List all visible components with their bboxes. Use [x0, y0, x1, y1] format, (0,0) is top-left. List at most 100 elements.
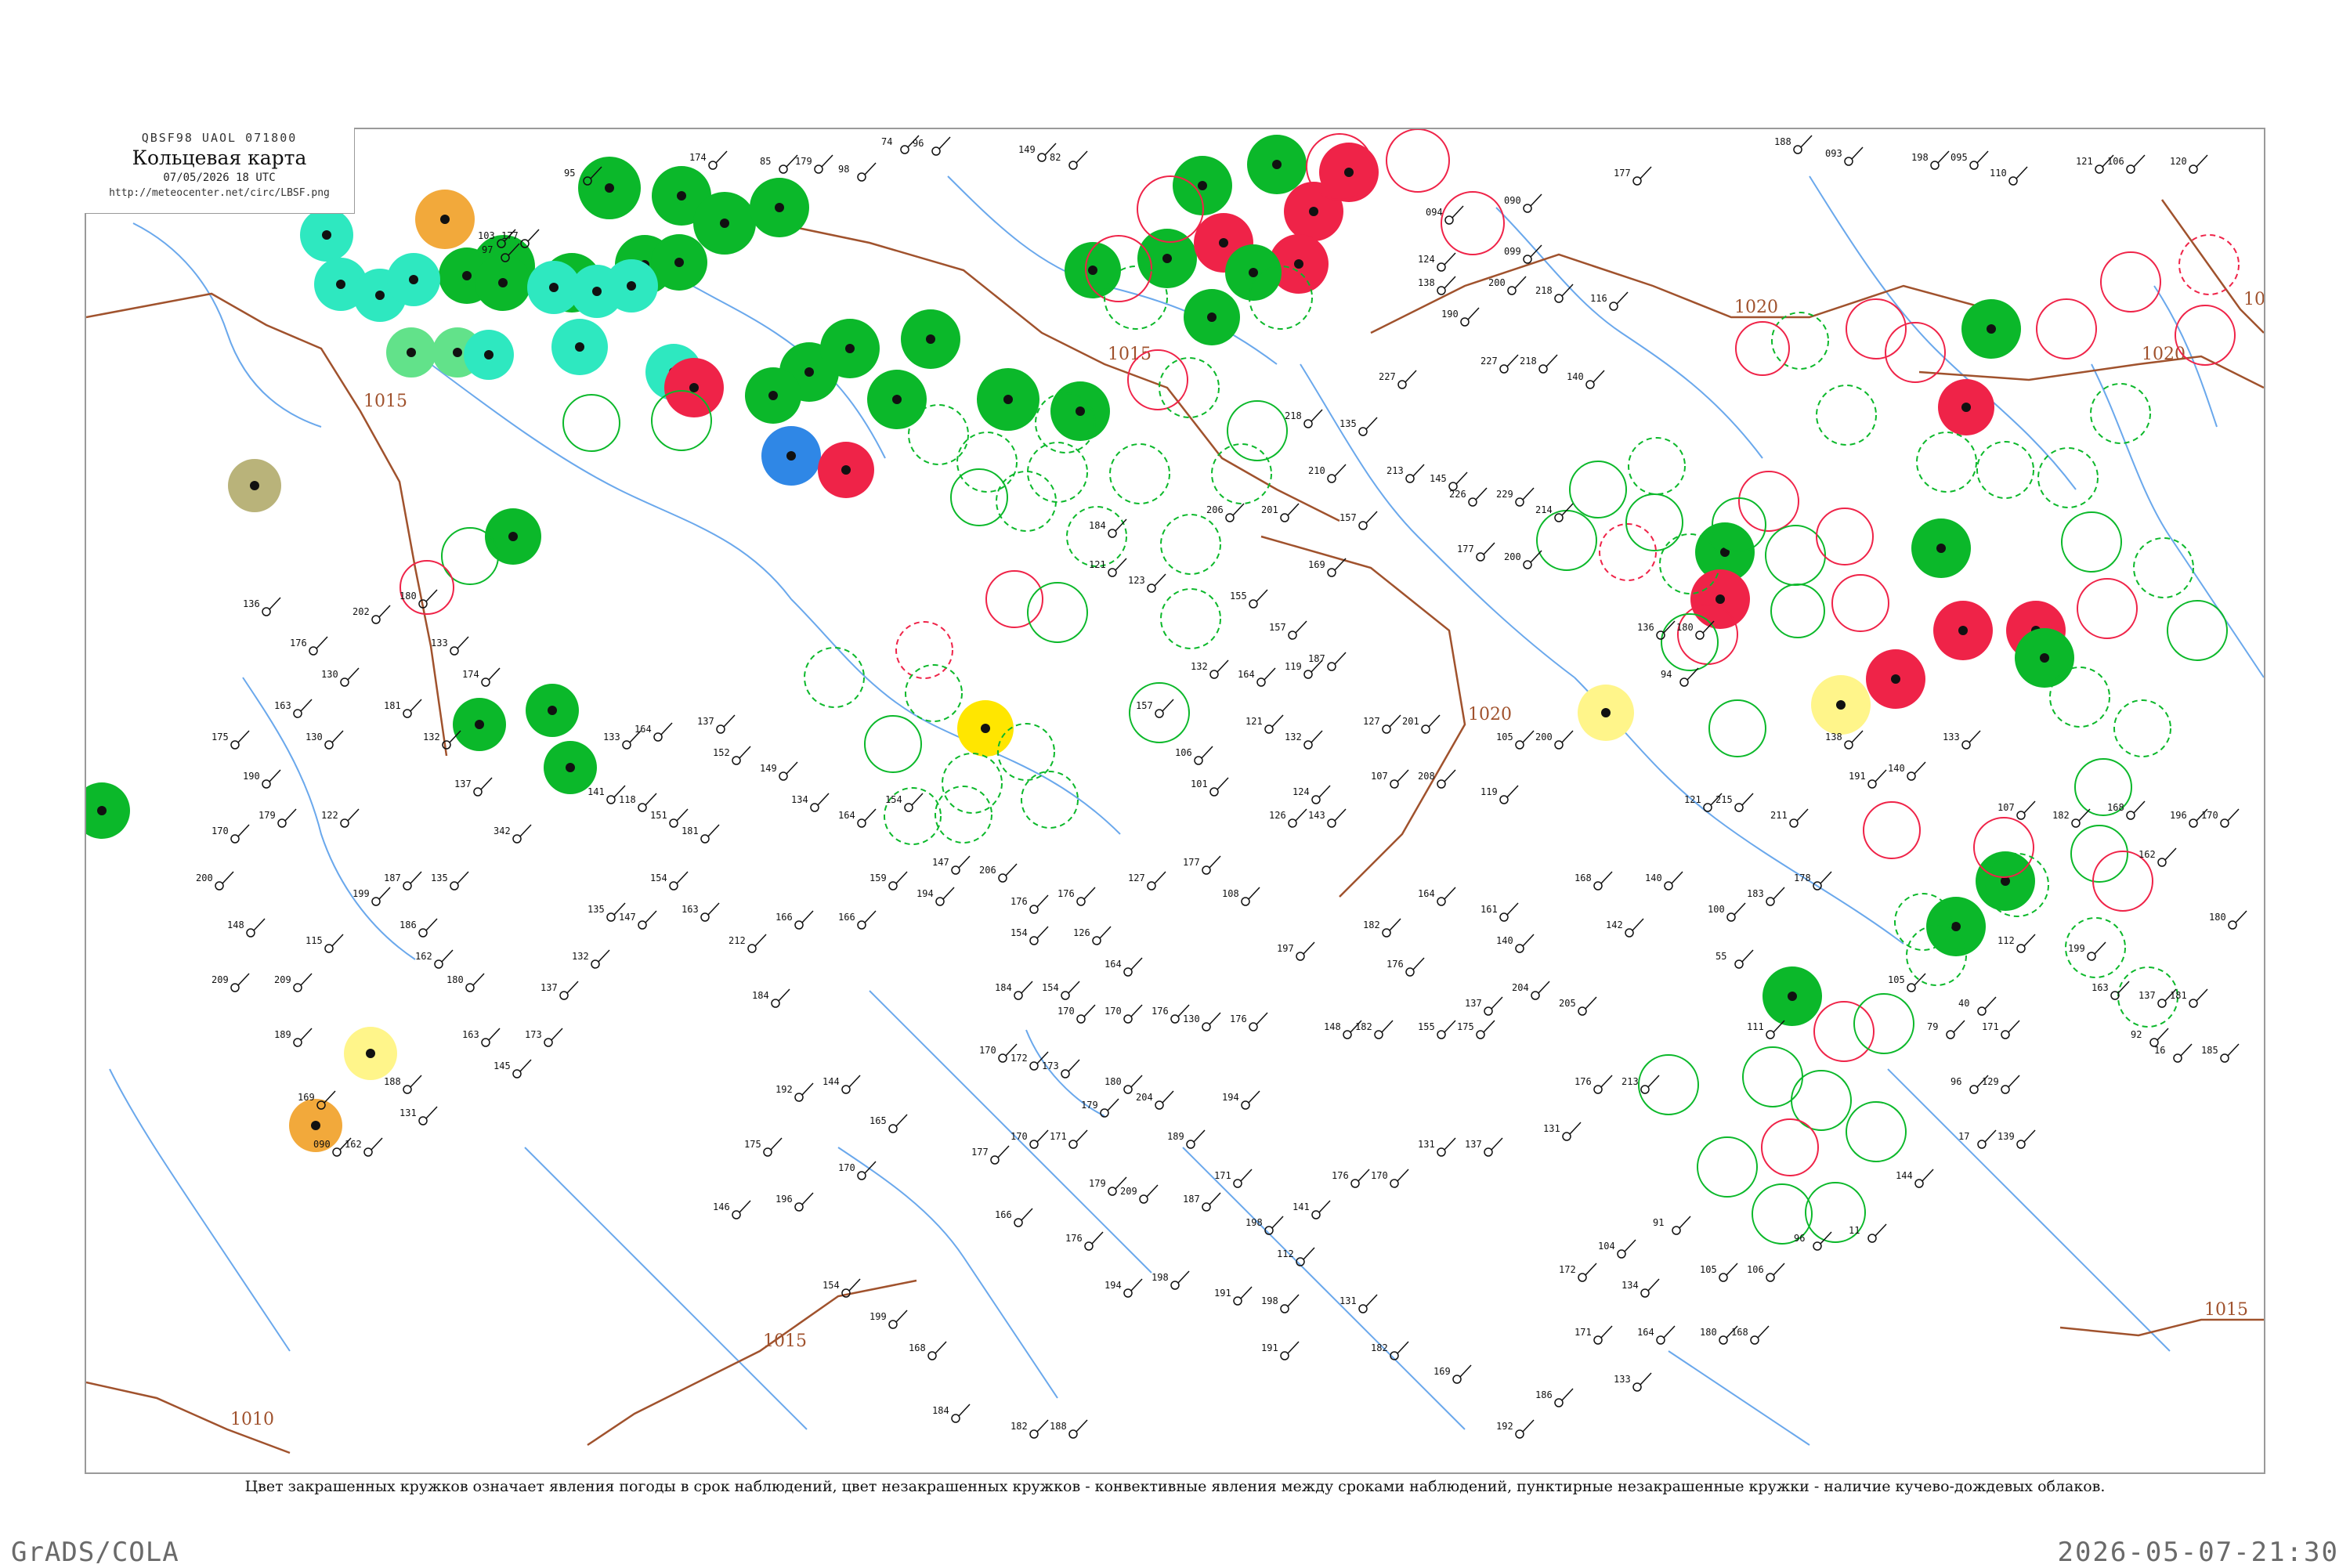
station-outline-circle[interactable] — [1027, 582, 1088, 643]
station-plot[interactable]: 135 — [1340, 417, 1378, 436]
station-outline-circle[interactable] — [1916, 432, 1977, 493]
station-plot[interactable]: 137 — [540, 981, 579, 1000]
station-plot[interactable]: 127 — [1128, 871, 1166, 891]
station-outline-circle[interactable] — [1770, 583, 1825, 638]
station-outline-circle[interactable] — [1831, 574, 1889, 632]
station-plot[interactable]: 111 — [1747, 1020, 1785, 1039]
station-plot[interactable]: 142 — [1606, 918, 1644, 938]
station-plot[interactable]: 106 — [1747, 1263, 1785, 1282]
station-plot[interactable]: 115 — [306, 934, 344, 953]
station-plot[interactable]: 132 — [572, 949, 610, 969]
map-frame[interactable]: 1015 1015 1015 1020 1020 1020 1010 1010 1015 103… — [85, 128, 2265, 1474]
station-plot[interactable]: 140 — [1645, 871, 1683, 891]
station-plot[interactable]: 145 — [1430, 471, 1468, 491]
station-plot[interactable]: 164 — [1238, 667, 1276, 687]
station-plot[interactable]: 55 — [1716, 949, 1754, 969]
station-plot[interactable]: 162 — [345, 1137, 383, 1157]
station-plot[interactable]: 164 — [838, 808, 877, 828]
station-outline-circle[interactable] — [1742, 1046, 1803, 1107]
station-plot[interactable]: 131 — [1418, 1137, 1456, 1157]
station-outline-circle[interactable] — [1816, 385, 1877, 446]
station-outline-circle[interactable] — [1227, 400, 1288, 461]
station-plot[interactable]: 099 — [1504, 244, 1542, 264]
station-outline-circle[interactable] — [996, 471, 1057, 532]
station-outline-circle[interactable] — [1735, 321, 1790, 376]
station-plot[interactable]: 210 — [1308, 464, 1347, 483]
station-plot[interactable]: 131 — [1543, 1122, 1582, 1141]
station-plot[interactable]: 100 — [1708, 902, 1746, 922]
station-plot[interactable]: 168 — [1574, 871, 1613, 891]
station-outline-circle[interactable] — [1628, 437, 1686, 495]
station-plot[interactable]: 095 — [1950, 150, 1989, 170]
station-outline-circle[interactable] — [804, 647, 865, 708]
station-plot[interactable]: 154 — [885, 793, 924, 812]
station-plot[interactable]: 183 — [1747, 887, 1785, 906]
station-plot[interactable]: 177 — [971, 1145, 1010, 1165]
station-plot[interactable]: 191 — [1214, 1286, 1253, 1306]
station-plot[interactable]: 171 — [1982, 1020, 2020, 1039]
station-plot[interactable]: 192 — [1496, 1419, 1535, 1439]
station-plot[interactable]: 170 — [212, 824, 250, 844]
station-plot[interactable]: 179 — [258, 808, 297, 828]
station-plot[interactable]: 154 — [650, 871, 689, 891]
station-plot[interactable]: 199 — [870, 1310, 908, 1329]
station-plot[interactable]: 134 — [791, 793, 830, 812]
station-outline-circle[interactable] — [864, 715, 922, 773]
station-plot[interactable]: 170 — [1058, 1004, 1096, 1024]
station-plot[interactable]: 106 — [1175, 746, 1213, 765]
station-plot[interactable]: 164 — [1418, 887, 1456, 906]
station-plot[interactable]: 342 — [494, 824, 532, 844]
station-plot[interactable]: 196 — [776, 1192, 814, 1212]
station-outline-circle[interactable] — [1976, 441, 2034, 499]
station-outline-circle[interactable] — [1697, 1136, 1758, 1198]
station-outline-circle[interactable] — [1625, 493, 1683, 551]
station-outline-circle[interactable] — [1863, 801, 1921, 859]
station-plot[interactable]: 176 — [1010, 894, 1049, 914]
station-plot[interactable]: 141 — [1292, 1200, 1331, 1219]
station-plot[interactable]: 209 — [274, 973, 313, 992]
station-outline-circle[interactable] — [2175, 305, 2236, 366]
station-plot[interactable]: 173 — [1042, 1059, 1080, 1078]
station-plot[interactable]: 176 — [1332, 1169, 1370, 1188]
station-plot[interactable]: 116 — [1590, 291, 1629, 311]
station-plot[interactable]: 108 — [1222, 887, 1260, 906]
station-plot[interactable]: 105 — [1496, 730, 1535, 750]
station-plot[interactable]: 170 — [1010, 1129, 1049, 1149]
station-plot[interactable]: 186 — [400, 918, 438, 938]
station-plot[interactable]: 180 — [400, 589, 438, 609]
station-outline-circle[interactable] — [1813, 1001, 1875, 1062]
station-plot[interactable]: 198 — [1152, 1270, 1190, 1290]
station-plot[interactable]: 199 — [352, 887, 391, 906]
station-plot[interactable]: 106 — [2107, 154, 2146, 174]
station-outline-circle[interactable] — [1104, 266, 1168, 330]
station-outline-circle[interactable] — [2113, 699, 2171, 757]
station-plot[interactable]: 184 — [752, 988, 790, 1008]
station-plot[interactable]: 188 — [1050, 1419, 1088, 1439]
station-plot[interactable]: 149 — [760, 761, 798, 781]
station-plot[interactable]: 176 — [1386, 957, 1425, 977]
station-outline-circle[interactable] — [2077, 578, 2138, 639]
station-outline-circle[interactable] — [908, 404, 969, 465]
station-plot[interactable]: 40 — [1958, 996, 1997, 1016]
station-plot[interactable]: 218 — [1285, 409, 1323, 428]
station-plot[interactable]: 166 — [776, 910, 814, 930]
station-outline-circle[interactable] — [1160, 588, 1221, 649]
station-plot[interactable]: 122 — [321, 808, 360, 828]
station-outline-circle[interactable] — [1569, 461, 1627, 518]
station-plot[interactable]: 200 — [1535, 730, 1574, 750]
station-outline-circle[interactable] — [1066, 506, 1127, 567]
station-plot[interactable]: 161 — [1480, 902, 1519, 922]
station-plot[interactable]: 184 — [932, 1404, 971, 1423]
station-filled-circle[interactable] — [86, 782, 130, 839]
station-outline-circle[interactable] — [1536, 510, 1597, 571]
station-plot[interactable]: 152 — [713, 746, 751, 765]
station-plot[interactable]: 157 — [1340, 511, 1378, 530]
station-plot[interactable]: 093 — [1825, 146, 1864, 166]
station-plot[interactable]: 212 — [728, 934, 767, 953]
station-plot[interactable]: 209 — [212, 973, 250, 992]
station-plot[interactable]: 194 — [1104, 1278, 1143, 1298]
station-plot[interactable]: 121 — [1246, 714, 1284, 734]
station-plot[interactable]: 166 — [838, 910, 877, 930]
station-plot[interactable]: 191 — [1849, 769, 1887, 789]
station-plot[interactable]: 126 — [1073, 926, 1112, 945]
